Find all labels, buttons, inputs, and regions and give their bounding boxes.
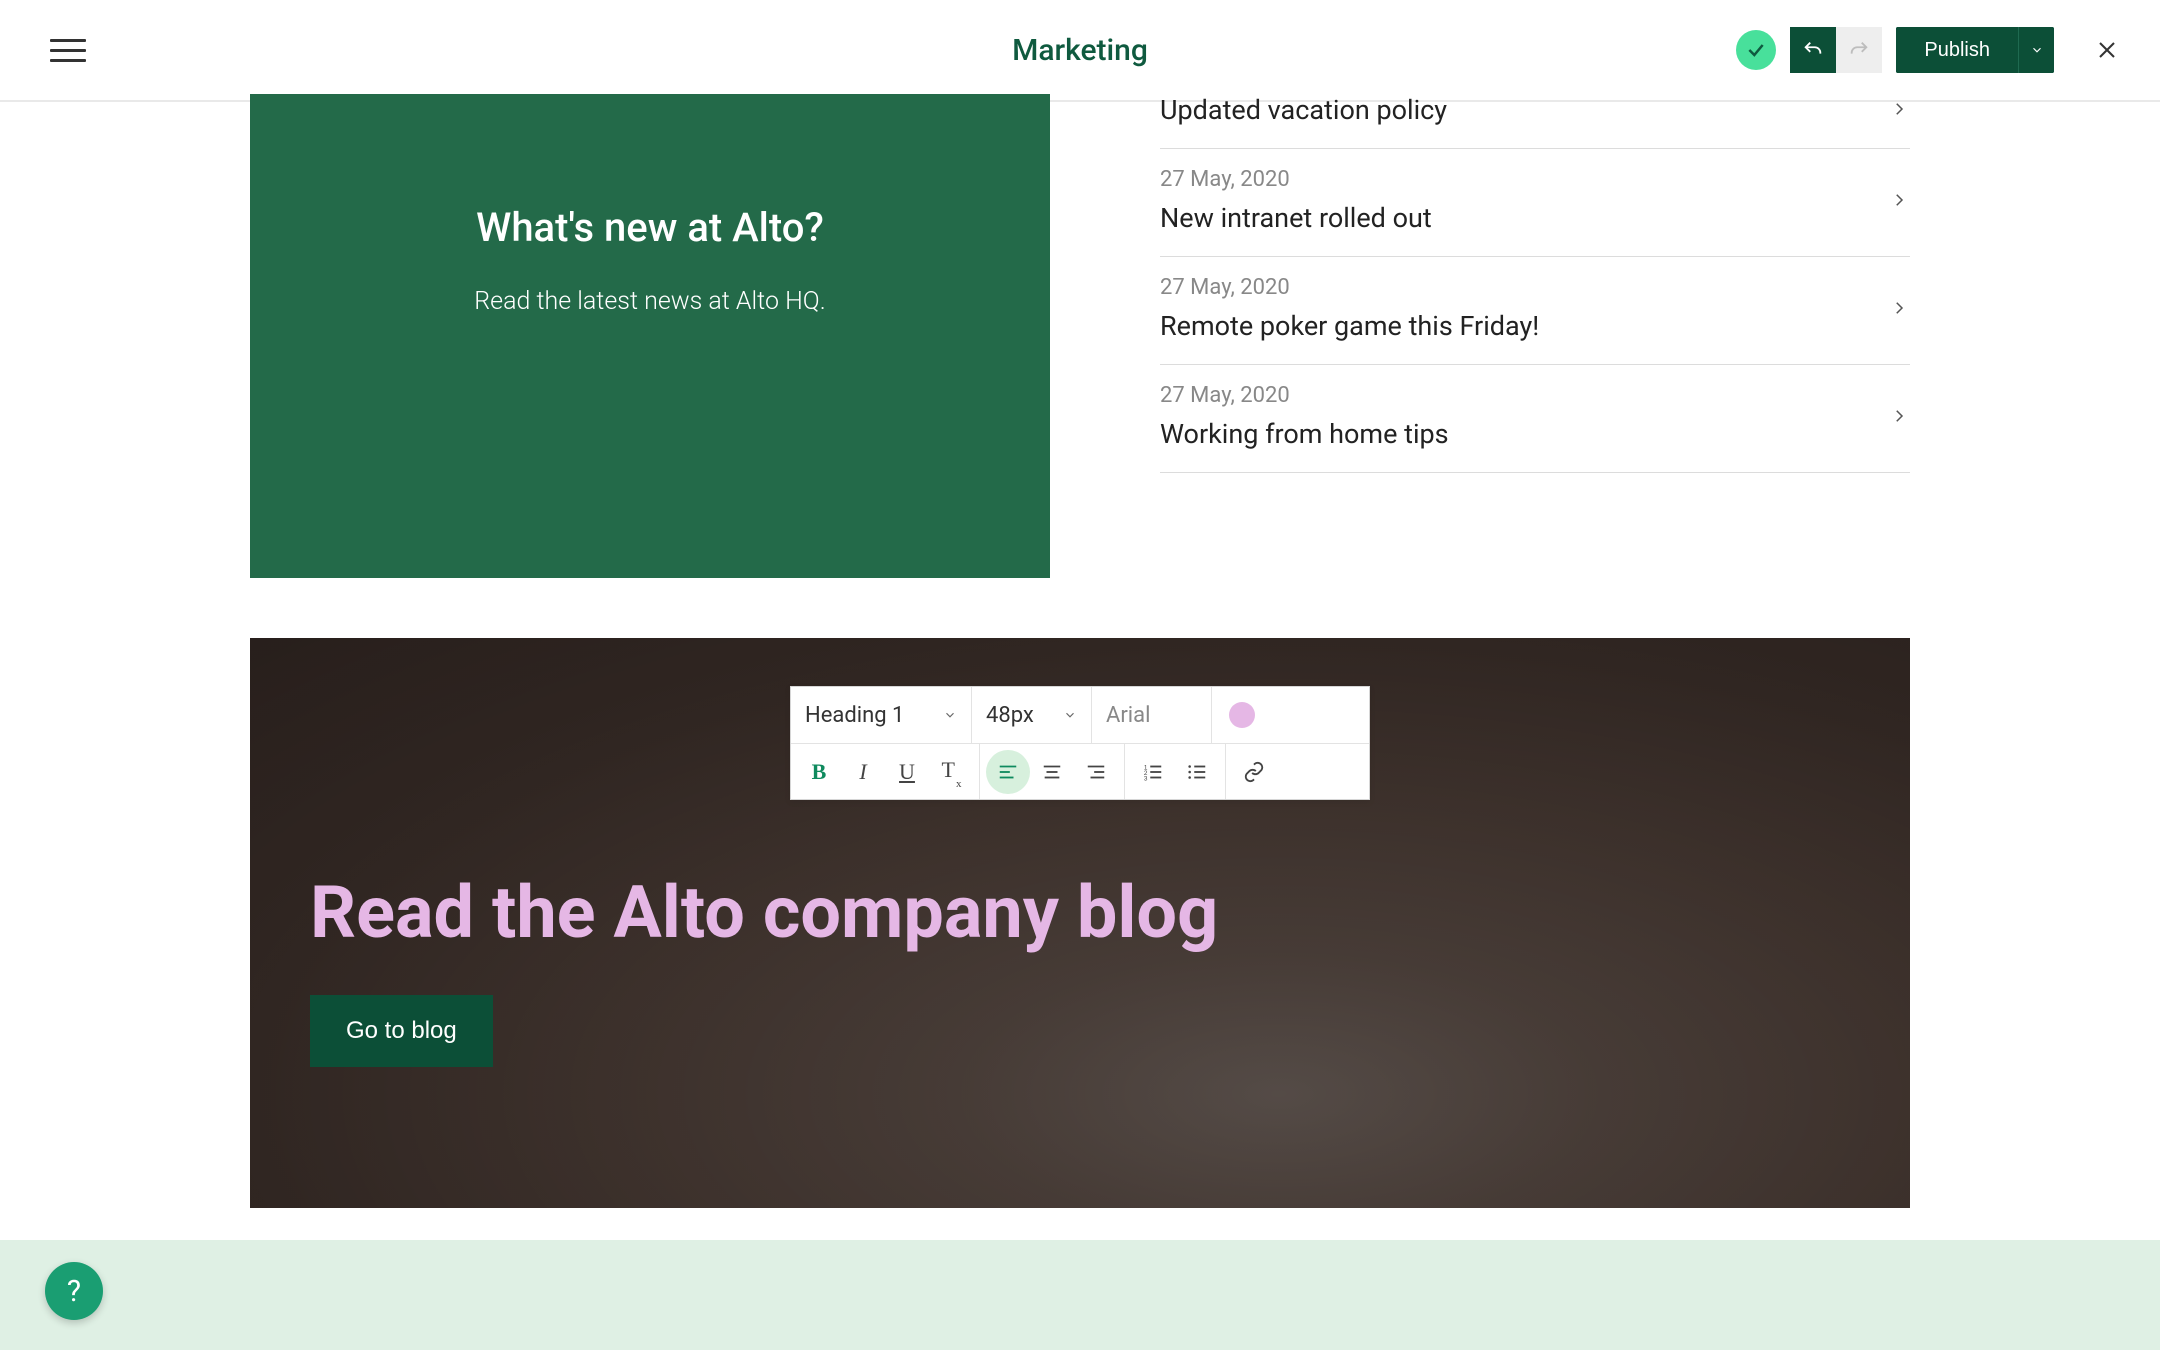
news-item[interactable]: 27 May, 2020 New intranet rolled out (1160, 149, 1910, 257)
color-swatch (1229, 702, 1255, 728)
whats-new-panel: What's new at Alto? Read the latest news… (250, 94, 1050, 578)
font-family-display: Arial (1091, 687, 1211, 743)
news-list: Updated vacation policy 27 May, 2020 New… (1050, 94, 1910, 578)
chevron-right-icon (1890, 100, 1910, 120)
align-center-button[interactable] (1030, 750, 1074, 794)
news-date: 27 May, 2020 (1160, 383, 1449, 408)
chevron-right-icon (1890, 299, 1910, 319)
chevron-right-icon (1890, 407, 1910, 427)
hero-headline[interactable]: Read the Alto company blog (310, 870, 1850, 955)
menu-icon[interactable] (50, 32, 86, 68)
publish-dropdown-button[interactable] (2018, 27, 2054, 73)
news-headline: Remote poker game this Friday! (1160, 310, 1539, 342)
heading-style-value: Heading 1 (805, 703, 904, 728)
help-button[interactable]: ? (45, 1262, 103, 1320)
news-date: 27 May, 2020 (1160, 167, 1432, 192)
publish-button[interactable]: Publish (1896, 27, 2018, 73)
clear-format-button[interactable]: Tx (929, 750, 973, 794)
news-item[interactable]: 27 May, 2020 Remote poker game this Frid… (1160, 257, 1910, 365)
undo-redo-group (1790, 27, 1882, 73)
text-toolbar: Heading 1 48px Arial B I U (790, 686, 1370, 800)
chevron-down-icon (1063, 708, 1077, 722)
align-left-button[interactable] (986, 750, 1030, 794)
font-family-value: Arial (1106, 703, 1150, 728)
heading-style-select[interactable]: Heading 1 (791, 687, 971, 743)
link-button[interactable] (1232, 750, 1276, 794)
go-to-blog-button[interactable]: Go to blog (310, 995, 493, 1067)
font-size-value: 48px (986, 703, 1034, 728)
news-headline: Updated vacation policy (1160, 94, 1447, 126)
news-item[interactable]: Updated vacation policy (1160, 94, 1910, 149)
svg-text:3: 3 (1144, 775, 1148, 782)
news-headline: New intranet rolled out (1160, 202, 1432, 234)
italic-button[interactable]: I (841, 750, 885, 794)
undo-button[interactable] (1790, 27, 1836, 73)
chevron-down-icon (943, 708, 957, 722)
ordered-list-button[interactable]: 123 (1131, 750, 1175, 794)
underline-button[interactable]: U (885, 750, 929, 794)
blog-hero-block[interactable]: Heading 1 48px Arial B I U (250, 638, 1910, 1208)
news-headline: Working from home tips (1160, 418, 1449, 450)
topbar-actions: Publish (1736, 27, 2130, 73)
news-date: 27 May, 2020 (1160, 275, 1539, 300)
publish-button-group: Publish (1896, 27, 2054, 73)
bold-button[interactable]: B (797, 750, 841, 794)
whats-new-subheading: Read the latest news at Alto HQ. (300, 287, 1000, 316)
chevron-right-icon (1890, 191, 1910, 211)
topbar: Marketing Publish (0, 0, 2160, 102)
close-button[interactable] (2084, 27, 2130, 73)
text-color-button[interactable] (1211, 687, 1271, 743)
align-right-button[interactable] (1074, 750, 1118, 794)
redo-button[interactable] (1836, 27, 1882, 73)
font-size-select[interactable]: 48px (971, 687, 1091, 743)
editor-canvas: What's new at Alto? Read the latest news… (0, 94, 2160, 1208)
whats-new-heading: What's new at Alto? (300, 204, 1000, 251)
page-title: Marketing (1012, 33, 1148, 68)
footer-strip (0, 1240, 2160, 1350)
unordered-list-button[interactable] (1175, 750, 1219, 794)
whats-new-section: What's new at Alto? Read the latest news… (250, 94, 1910, 578)
save-status-icon (1736, 30, 1776, 70)
news-item[interactable]: 27 May, 2020 Working from home tips (1160, 365, 1910, 473)
